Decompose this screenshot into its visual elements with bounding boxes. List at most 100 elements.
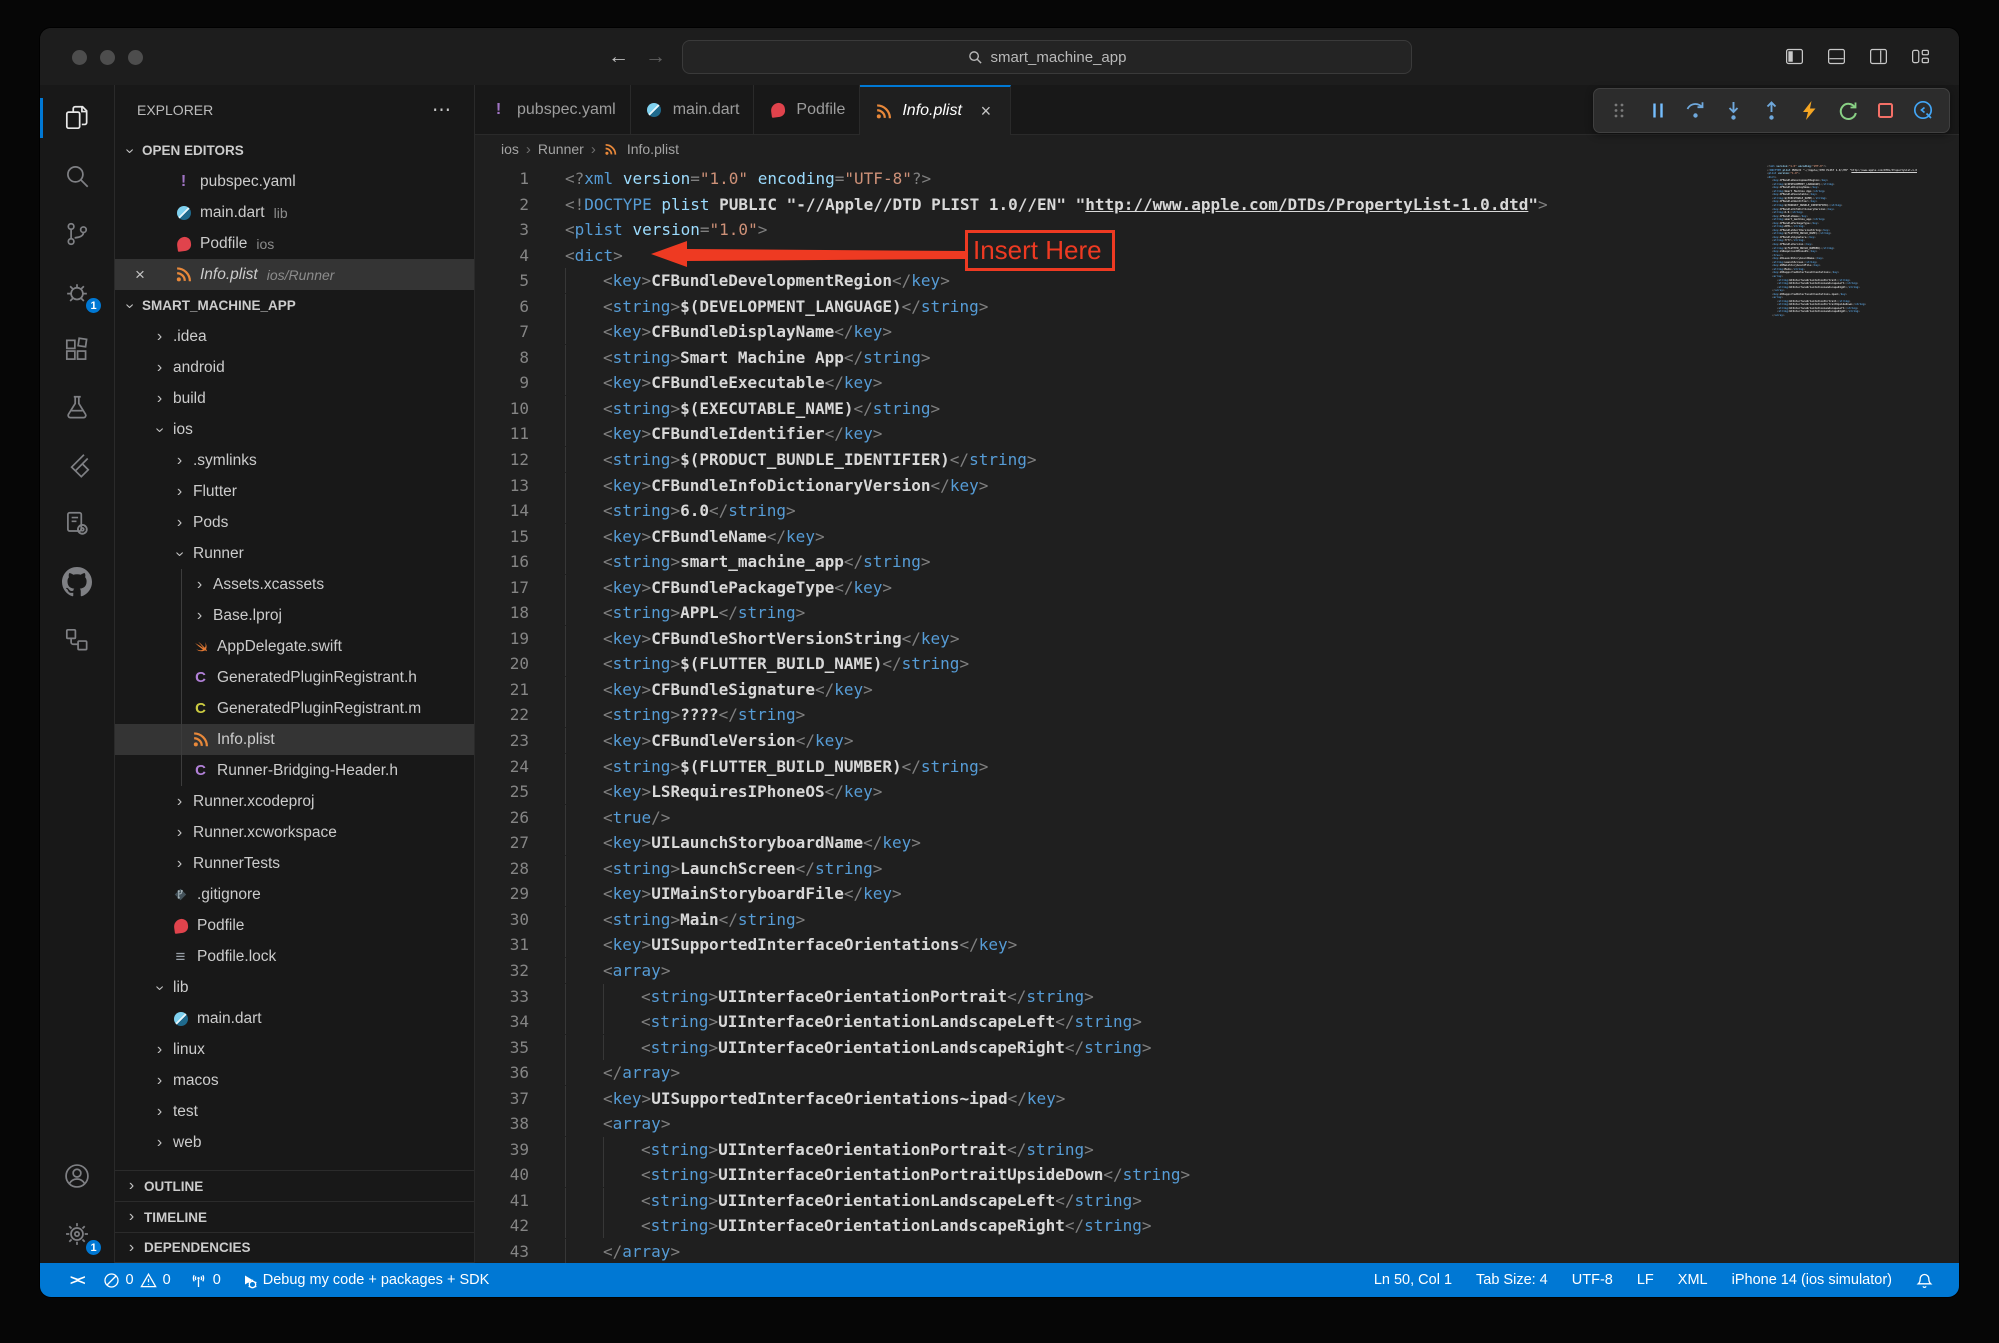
code-line[interactable]: 10<string>$(EXECUTABLE_NAME)</string> bbox=[475, 396, 1959, 422]
hot-reload-icon[interactable] bbox=[1794, 95, 1825, 126]
line-number[interactable]: 41 bbox=[475, 1188, 529, 1214]
line-number[interactable]: 36 bbox=[475, 1060, 529, 1086]
code-line[interactable]: 18<string>APPL</string> bbox=[475, 600, 1959, 626]
status-notifications[interactable] bbox=[1916, 1272, 1933, 1289]
section-outline[interactable]: ›OUTLINE bbox=[115, 1170, 474, 1201]
code-line[interactable]: 8<string>Smart Machine App</string> bbox=[475, 345, 1959, 371]
open-editor-item[interactable]: main.dartlib bbox=[115, 197, 474, 228]
code-line[interactable]: 26<true/> bbox=[475, 805, 1959, 831]
section-timeline[interactable]: ›TIMELINE bbox=[115, 1201, 474, 1232]
code-line[interactable]: 24<string>$(FLUTTER_BUILD_NUMBER)</strin… bbox=[475, 754, 1959, 780]
line-number[interactable]: 5 bbox=[475, 268, 529, 294]
drag-handle-icon[interactable] bbox=[1604, 95, 1635, 126]
line-number[interactable]: 42 bbox=[475, 1213, 529, 1239]
line-number[interactable]: 27 bbox=[475, 830, 529, 856]
tree-item[interactable]: Podfile bbox=[115, 910, 474, 941]
line-number[interactable]: 21 bbox=[475, 677, 529, 703]
tree-item[interactable]: ›.idea bbox=[115, 321, 474, 352]
open-editor-item[interactable]: Podfileios bbox=[115, 228, 474, 259]
tree-item[interactable]: ›Assets.xcassets bbox=[115, 569, 474, 600]
close-icon[interactable]: × bbox=[131, 265, 149, 285]
tree-item[interactable]: ›Flutter bbox=[115, 476, 474, 507]
customize-layout-icon[interactable] bbox=[1910, 46, 1931, 67]
activity-search-icon[interactable] bbox=[40, 147, 114, 205]
code-line[interactable]: 12<string>$(PRODUCT_BUNDLE_IDENTIFIER)</… bbox=[475, 447, 1959, 473]
tree-item[interactable]: ›web bbox=[115, 1127, 474, 1158]
code-line[interactable]: 2<!DOCTYPE plist PUBLIC "-//Apple//DTD P… bbox=[475, 192, 1959, 218]
status-eol[interactable]: LF bbox=[1637, 1272, 1654, 1288]
line-number[interactable]: 35 bbox=[475, 1035, 529, 1061]
minimap[interactable]: <?xml version="1.0" encoding="UTF-8"?> <… bbox=[1767, 165, 1917, 335]
line-number[interactable]: 43 bbox=[475, 1239, 529, 1263]
activity-project-icon[interactable] bbox=[40, 495, 114, 553]
line-number[interactable]: 39 bbox=[475, 1137, 529, 1163]
status-device-selector[interactable]: iPhone 14 (ios simulator) bbox=[1732, 1272, 1892, 1288]
line-number[interactable]: 1 bbox=[475, 166, 529, 192]
code-line[interactable]: 30<string>Main</string> bbox=[475, 907, 1959, 933]
activity-settings-icon[interactable]: 1 bbox=[40, 1205, 114, 1263]
section-dependencies[interactable]: ›DEPENDENCIES bbox=[115, 1232, 474, 1263]
line-number[interactable]: 31 bbox=[475, 932, 529, 958]
line-number[interactable]: 7 bbox=[475, 319, 529, 345]
line-number[interactable]: 17 bbox=[475, 575, 529, 601]
code-line[interactable]: 31<key>UISupportedInterfaceOrientations<… bbox=[475, 932, 1959, 958]
activity-github-icon[interactable] bbox=[40, 553, 114, 611]
code-line[interactable]: 19<key>CFBundleShortVersionString</key> bbox=[475, 626, 1959, 652]
code-line[interactable]: 34<string>UIInterfaceOrientationLandscap… bbox=[475, 1009, 1959, 1035]
line-number[interactable]: 34 bbox=[475, 1009, 529, 1035]
code-line[interactable]: 1<?xml version="1.0" encoding="UTF-8"?> bbox=[475, 166, 1959, 192]
status-ports[interactable]: 0 bbox=[190, 1272, 221, 1289]
tab-info-plist[interactable]: Info.plist× bbox=[860, 85, 1011, 135]
step-over-icon[interactable] bbox=[1680, 95, 1711, 126]
line-number[interactable]: 24 bbox=[475, 754, 529, 780]
activity-explorer-icon[interactable] bbox=[40, 89, 114, 147]
tree-item[interactable]: main.dart bbox=[115, 1003, 474, 1034]
code-line[interactable]: 21<key>CFBundleSignature</key> bbox=[475, 677, 1959, 703]
code-line[interactable]: 11<key>CFBundleIdentifier</key> bbox=[475, 421, 1959, 447]
code-line[interactable]: 33<string>UIInterfaceOrientationPortrait… bbox=[475, 984, 1959, 1010]
line-number[interactable]: 14 bbox=[475, 498, 529, 524]
line-number[interactable]: 15 bbox=[475, 524, 529, 550]
code-line[interactable]: 29<key>UIMainStoryboardFile</key> bbox=[475, 881, 1959, 907]
tree-item[interactable]: ≡Podfile.lock bbox=[115, 941, 474, 972]
zoom-window-button[interactable] bbox=[128, 50, 143, 65]
tree-item[interactable]: ›Runner bbox=[115, 538, 474, 569]
line-number[interactable]: 13 bbox=[475, 473, 529, 499]
status-cursor-position[interactable]: Ln 50, Col 1 bbox=[1374, 1272, 1452, 1288]
line-number[interactable]: 6 bbox=[475, 294, 529, 320]
navigate-forward-icon[interactable]: → bbox=[645, 45, 666, 69]
code-line[interactable]: 32<array> bbox=[475, 958, 1959, 984]
code-line[interactable]: 9<key>CFBundleExecutable</key> bbox=[475, 370, 1959, 396]
status-encoding[interactable]: UTF-8 bbox=[1572, 1272, 1613, 1288]
activity-source-control-icon[interactable] bbox=[40, 205, 114, 263]
line-number[interactable]: 20 bbox=[475, 651, 529, 677]
tree-item[interactable]: ›test bbox=[115, 1096, 474, 1127]
command-center-search[interactable]: smart_machine_app bbox=[682, 40, 1412, 74]
tree-item[interactable]: CGeneratedPluginRegistrant.m bbox=[115, 693, 474, 724]
code-line[interactable]: 28<string>LaunchScreen</string> bbox=[475, 856, 1959, 882]
status-remote[interactable]: >< bbox=[70, 1272, 84, 1289]
activity-extensions-icon[interactable] bbox=[40, 321, 114, 379]
code-line[interactable]: 35<string>UIInterfaceOrientationLandscap… bbox=[475, 1035, 1959, 1061]
tree-item[interactable]: ›RunnerTests bbox=[115, 848, 474, 879]
pause-icon[interactable] bbox=[1642, 95, 1673, 126]
tree-item[interactable]: ›macos bbox=[115, 1065, 474, 1096]
status-language-mode[interactable]: XML bbox=[1678, 1272, 1708, 1288]
line-number[interactable]: 26 bbox=[475, 805, 529, 831]
code-line[interactable]: 20<string>$(FLUTTER_BUILD_NAME)</string> bbox=[475, 651, 1959, 677]
toggle-secondary-sidebar-icon[interactable] bbox=[1868, 46, 1889, 67]
line-number[interactable]: 38 bbox=[475, 1111, 529, 1137]
line-number[interactable]: 12 bbox=[475, 447, 529, 473]
code-line[interactable]: 6<string>$(DEVELOPMENT_LANGUAGE)</string… bbox=[475, 294, 1959, 320]
tab-main-dart[interactable]: main.dart bbox=[631, 85, 755, 134]
line-number[interactable]: 10 bbox=[475, 396, 529, 422]
line-number[interactable]: 22 bbox=[475, 702, 529, 728]
tree-item[interactable]: ›ios bbox=[115, 414, 474, 445]
minimize-window-button[interactable] bbox=[100, 50, 115, 65]
code-line[interactable]: 16<string>smart_machine_app</string> bbox=[475, 549, 1959, 575]
tree-item[interactable]: ›Pods bbox=[115, 507, 474, 538]
line-number[interactable]: 2 bbox=[475, 192, 529, 218]
activity-run-debug-icon[interactable]: 1 bbox=[40, 263, 114, 321]
open-editor-item[interactable]: !pubspec.yaml bbox=[115, 166, 474, 197]
code-line[interactable]: 15<key>CFBundleName</key> bbox=[475, 524, 1959, 550]
